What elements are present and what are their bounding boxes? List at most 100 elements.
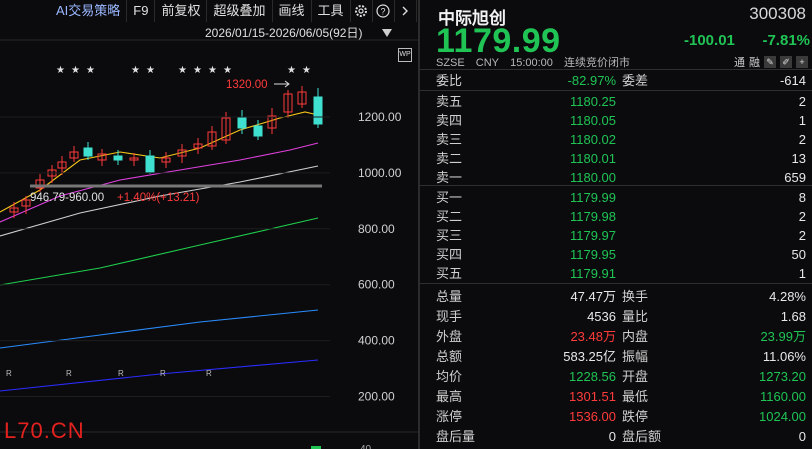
time-label: 15:00:00 <box>510 57 553 69</box>
stat-row: 盘后量 0 盘后额 0 <box>420 427 812 447</box>
ask-level-label: 卖三 <box>436 132 463 147</box>
bid-level-row[interactable]: 买一 1179.99 8 <box>420 188 812 207</box>
ask-level-price: 1180.05 <box>569 113 616 128</box>
star-marker: ★ <box>146 65 155 76</box>
bid-level-label: 买四 <box>436 247 463 262</box>
y-tick-label: 600.00 <box>358 278 395 292</box>
bid-level-label: 买五 <box>436 266 463 281</box>
bid-level-row[interactable]: 买三 1179.97 2 <box>420 226 812 245</box>
ask-level-label: 卖二 <box>436 151 463 166</box>
star-marker: ★ <box>178 65 187 76</box>
divider <box>420 69 812 70</box>
ask-level-row[interactable]: 卖三 1180.02 2 <box>420 130 812 149</box>
stat-value: 4.28% <box>769 289 806 304</box>
kline-chart: 1200.00 1000.00 800.00 600.00 400.00 200.00 ★… <box>0 39 418 449</box>
candle-body <box>83 147 93 157</box>
stat-label: 振幅 <box>622 349 649 364</box>
candle-body <box>113 155 123 161</box>
bid-level-row[interactable]: 买四 1179.95 50 <box>420 245 812 264</box>
bid-level-qty: 1 <box>798 266 806 281</box>
stat-value: 583.25亿 <box>563 349 616 364</box>
divider <box>420 185 812 186</box>
stat-value: 23.99万 <box>760 329 806 344</box>
ask-level-qty: 1 <box>798 113 806 128</box>
bid-level-label: 买三 <box>436 228 463 243</box>
bid-level-label: 买二 <box>436 209 463 224</box>
y-tick-label: 800.00 <box>358 222 395 236</box>
candle-body <box>145 155 155 173</box>
bid-level-qty: 50 <box>791 247 806 262</box>
ask-level-qty: 2 <box>798 94 806 109</box>
pencil-icon[interactable]: ✐ <box>780 56 792 68</box>
high-arrow-icon <box>274 80 290 88</box>
stat-row: 最高 1301.51 最低 1160.00 <box>420 387 812 407</box>
high-price-label: 1320.00 <box>226 79 268 91</box>
ask-level-row[interactable]: 卖五 1180.25 2 <box>420 92 812 111</box>
stat-value: 1228.56 <box>569 369 616 384</box>
bid-level-row[interactable]: 买五 1179.91 1 <box>420 264 812 283</box>
bid-level-label: 买一 <box>436 190 463 205</box>
bid-level-qty: 2 <box>798 228 806 243</box>
star-marker: ★ <box>131 65 140 76</box>
stat-label: 总量 <box>436 289 463 304</box>
stat-value: 23.48万 <box>570 329 616 344</box>
edit-icon[interactable]: ✎ <box>764 56 776 68</box>
bid-level-qty: 8 <box>798 190 806 205</box>
bid-level-price: 1179.98 <box>569 209 616 224</box>
cost-change-label: +1.40%(+13.21) <box>117 192 200 204</box>
stat-row: 总额 583.25亿 振幅 11.06% <box>420 347 812 367</box>
stat-label: 盘后额 <box>622 429 662 444</box>
volume-axis-label: 40 <box>360 444 372 449</box>
watermark-logo: L70.CN <box>4 418 85 443</box>
star-marker: ★ <box>86 65 95 76</box>
candle-body <box>253 125 263 137</box>
r-marker: R <box>206 369 212 378</box>
stat-value: 47.47万 <box>570 289 616 304</box>
divider <box>420 90 812 91</box>
y-tick-label: 1200.00 <box>358 110 402 124</box>
divider <box>420 283 812 284</box>
moving-average-line <box>0 309 319 349</box>
r-marker: R <box>160 369 166 378</box>
stat-row: 均价 1228.56 开盘 1273.20 <box>420 367 812 387</box>
stat-label: 最高 <box>436 389 463 404</box>
stat-label: 现手 <box>436 309 463 324</box>
stat-label: 总额 <box>436 349 463 364</box>
stock-code: 300308 <box>749 4 806 23</box>
stat-value: 1536.00 <box>569 409 616 424</box>
ask-level-label: 卖四 <box>436 113 463 128</box>
stat-value: 1301.51 <box>569 389 616 404</box>
badge-icons: 通 融 ✎ ✐ + <box>734 54 808 70</box>
cost-range-label: 946.79-960.00 <box>30 192 104 204</box>
stat-value: 11.06% <box>762 349 806 364</box>
bid-level-price: 1179.95 <box>569 247 616 262</box>
commission-ratio-label: 委比 <box>436 73 463 88</box>
stat-value: 1273.20 <box>759 369 806 384</box>
r-marker: R <box>118 369 124 378</box>
y-tick-label: 200.00 <box>358 390 395 404</box>
bid-level-row[interactable]: 买二 1179.98 2 <box>420 207 812 226</box>
stat-label: 换手 <box>622 289 649 304</box>
ask-level-price: 1180.02 <box>569 132 616 147</box>
add-icon[interactable]: + <box>796 56 808 68</box>
star-marker: ★ <box>287 65 296 76</box>
bid-level-price: 1179.99 <box>569 190 616 205</box>
stat-label: 均价 <box>436 369 463 384</box>
price-change: -100.01 <box>684 32 735 49</box>
commission-diff-label: 委差 <box>622 73 649 88</box>
stat-value: 0 <box>608 429 616 444</box>
ask-level-row[interactable]: 卖四 1180.05 1 <box>420 111 812 130</box>
star-marker: ★ <box>71 65 80 76</box>
stat-row: 现手 4536 量比 1.68 <box>420 307 812 327</box>
stat-row: 涨停 1536.00 跌停 1024.00 <box>420 407 812 427</box>
rong-badge: 融 <box>749 57 760 69</box>
stat-label: 盘后量 <box>436 429 476 444</box>
stat-label: 外盘 <box>436 329 463 344</box>
star-marker: ★ <box>193 65 202 76</box>
stat-label: 最低 <box>622 389 649 404</box>
stat-value: 4536 <box>587 309 616 324</box>
stat-label: 跌停 <box>622 409 649 424</box>
tong-badge: 通 <box>734 57 745 69</box>
ask-level-row[interactable]: 卖二 1180.01 13 <box>420 149 812 168</box>
bid-level-price: 1179.97 <box>569 228 616 243</box>
